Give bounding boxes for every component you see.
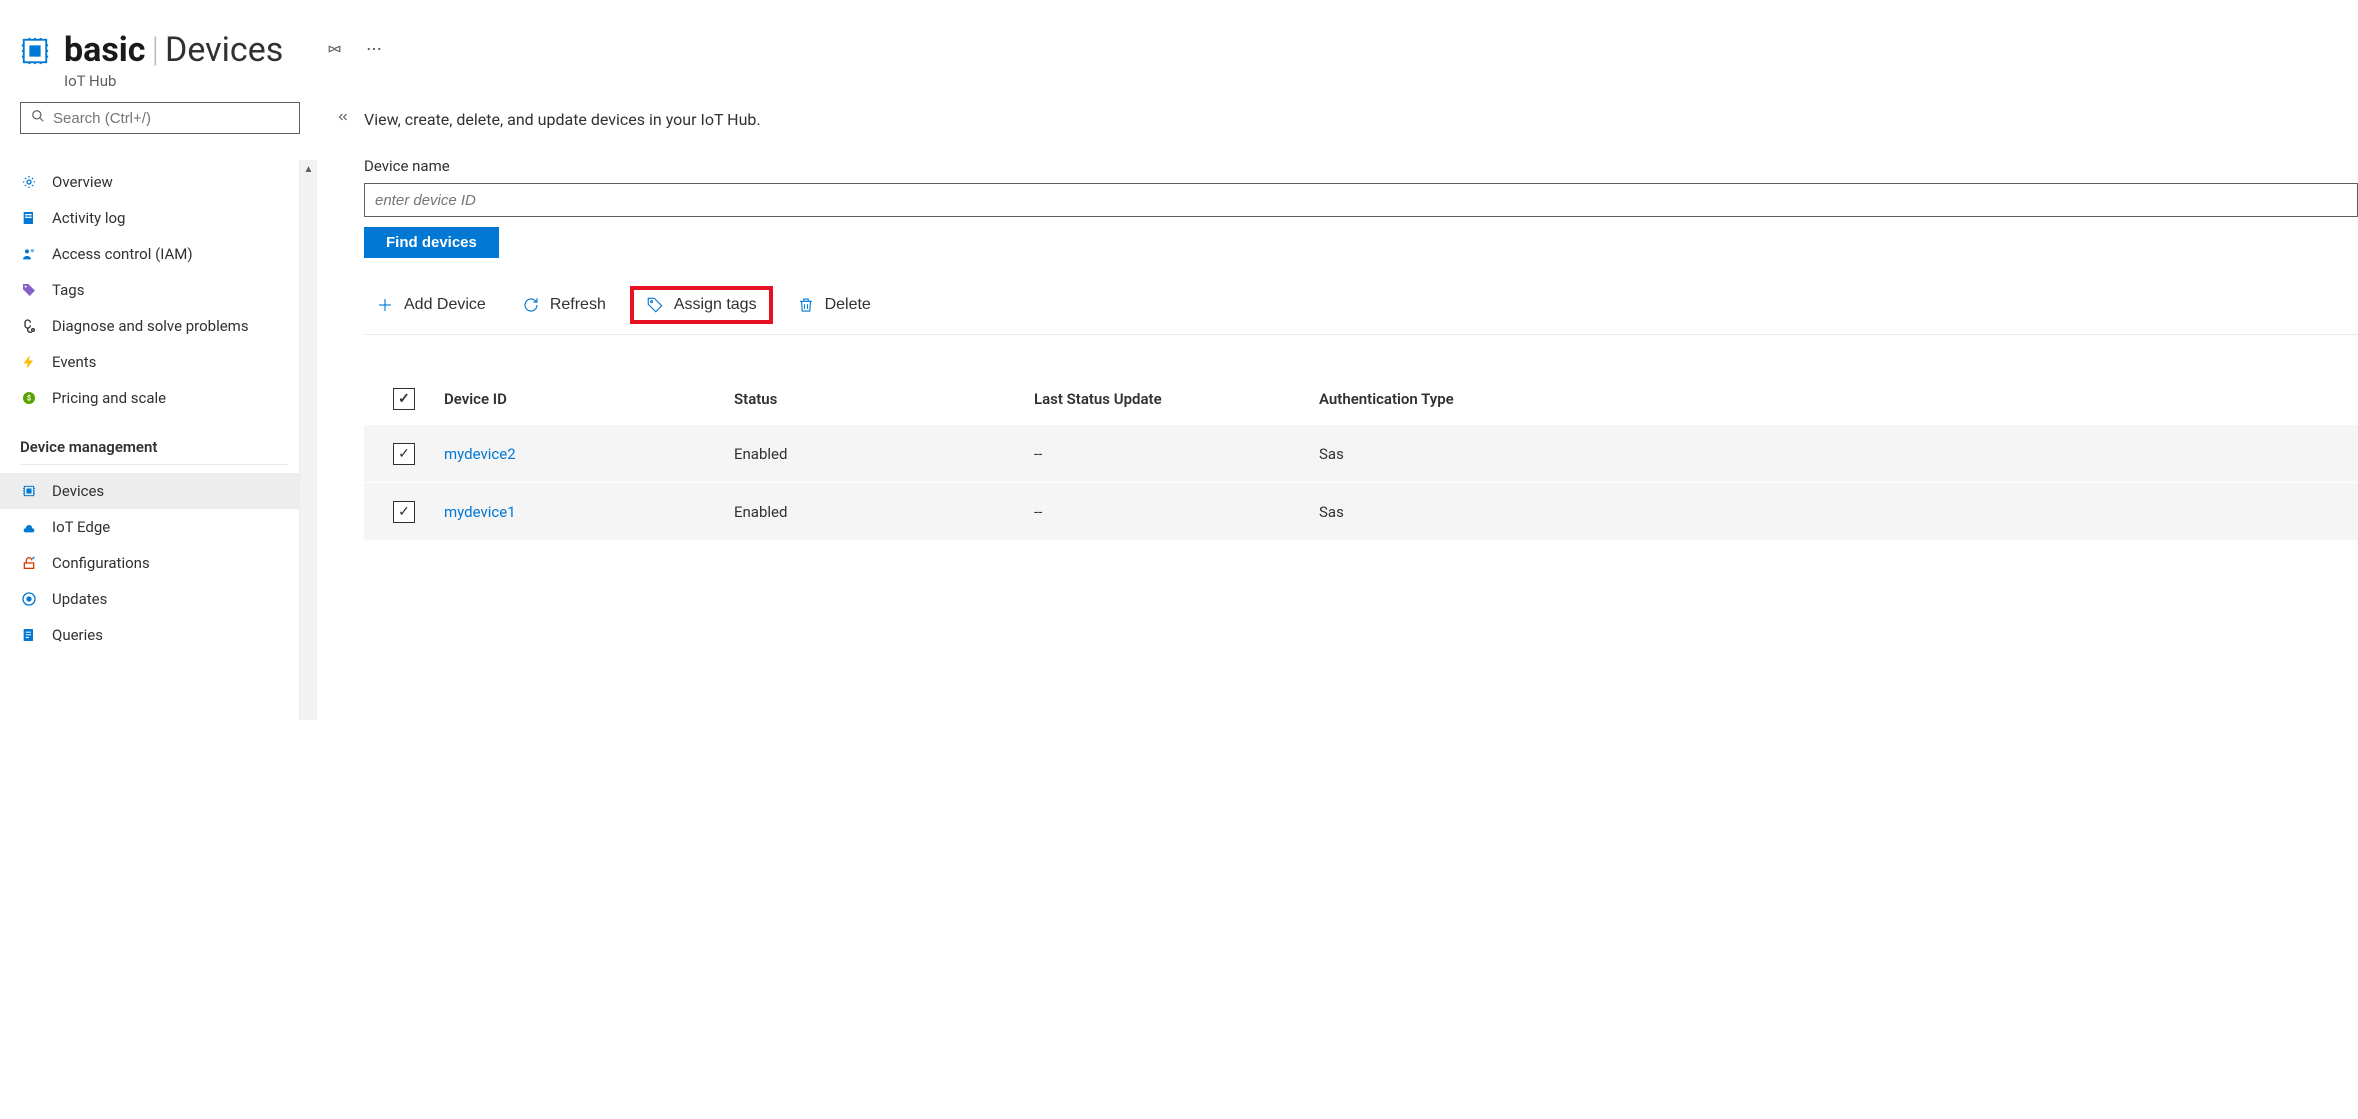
row-checkbox[interactable]: ✓ <box>393 443 415 465</box>
table-row: ✓ mydevice2 Enabled -- Sas <box>364 425 2358 483</box>
title-separator: | <box>152 30 160 70</box>
sidebar-item-label: Configurations <box>52 554 150 572</box>
col-header-status[interactable]: Status <box>734 390 1034 408</box>
sidebar-item-overview[interactable]: Overview <box>0 164 302 200</box>
device-last-update: -- <box>1034 445 1319 463</box>
sidebar-item-devices[interactable]: Devices <box>0 473 302 509</box>
access-control-icon <box>20 245 38 263</box>
pin-icon[interactable] <box>325 40 343 62</box>
sidebar-item-label: Pricing and scale <box>52 389 166 407</box>
sidebar-item-events[interactable]: Events <box>0 344 302 380</box>
devices-table: ✓ Device ID Status Last Status Update Au… <box>364 373 2358 541</box>
find-devices-button[interactable]: Find devices <box>364 227 499 258</box>
col-header-auth-type[interactable]: Authentication Type <box>1319 390 1719 408</box>
assign-tags-highlight: Assign tags <box>630 286 773 324</box>
refresh-icon <box>522 296 540 314</box>
sidebar-search[interactable] <box>20 102 300 134</box>
select-all-checkbox[interactable]: ✓ <box>393 388 415 410</box>
col-header-device-id[interactable]: Device ID <box>444 390 734 408</box>
devices-icon <box>20 482 38 500</box>
sidebar-item-label: Tags <box>52 281 84 299</box>
device-name-label: Device name <box>364 157 2358 175</box>
queries-icon <box>20 626 38 644</box>
device-id-input[interactable] <box>364 183 2358 217</box>
sidebar-item-tags[interactable]: Tags <box>0 272 302 308</box>
sidebar-item-label: Access control (IAM) <box>52 245 193 263</box>
configurations-icon <box>20 554 38 572</box>
add-device-button[interactable]: Add Device <box>364 290 498 320</box>
pricing-icon: $ <box>20 389 38 407</box>
sidebar-scrollbar[interactable]: ▲ <box>299 160 317 720</box>
page-description: View, create, delete, and update devices… <box>364 110 2358 129</box>
device-auth-type: Sas <box>1319 445 1719 463</box>
page-title: Devices <box>165 30 283 70</box>
sidebar-item-label: Diagnose and solve problems <box>52 317 249 335</box>
sidebar-item-label: Devices <box>52 482 104 500</box>
delete-button[interactable]: Delete <box>785 290 883 320</box>
sidebar-item-label: Events <box>52 353 96 371</box>
sidebar-item-pricing[interactable]: $ Pricing and scale <box>0 380 302 416</box>
table-header-row: ✓ Device ID Status Last Status Update Au… <box>364 373 2358 425</box>
sidebar-item-configurations[interactable]: Configurations <box>0 545 302 581</box>
plus-icon <box>376 296 394 314</box>
sidebar: ▲ Overview Activity log Access control (… <box>0 102 316 653</box>
table-row: ✓ mydevice1 Enabled -- Sas <box>364 483 2358 541</box>
diagnose-icon <box>20 317 38 335</box>
device-status: Enabled <box>734 503 1034 521</box>
sidebar-item-updates[interactable]: Updates <box>0 581 302 617</box>
scroll-up-icon[interactable]: ▲ <box>300 160 317 178</box>
service-label: IoT Hub <box>64 72 283 90</box>
row-checkbox[interactable]: ✓ <box>393 501 415 523</box>
device-id-link[interactable]: mydevice1 <box>444 503 734 521</box>
search-icon <box>31 109 45 127</box>
device-last-update: -- <box>1034 503 1319 521</box>
resource-icon <box>20 36 50 66</box>
events-icon <box>20 353 38 371</box>
overview-icon <box>20 173 38 191</box>
trash-icon <box>797 296 815 314</box>
toolbar-label: Add Device <box>404 296 486 314</box>
refresh-button[interactable]: Refresh <box>510 290 618 320</box>
sidebar-item-diagnose[interactable]: Diagnose and solve problems <box>0 308 302 344</box>
device-status: Enabled <box>734 445 1034 463</box>
sidebar-item-queries[interactable]: Queries <box>0 617 302 653</box>
svg-text:$: $ <box>27 394 31 403</box>
collapse-sidebar-icon[interactable] <box>336 110 350 128</box>
tags-icon <box>20 281 38 299</box>
sidebar-item-label: Updates <box>52 590 107 608</box>
device-auth-type: Sas <box>1319 503 1719 521</box>
activity-log-icon <box>20 209 38 227</box>
more-icon[interactable] <box>365 40 383 62</box>
main-content: View, create, delete, and update devices… <box>316 102 2358 653</box>
sidebar-item-label: Queries <box>52 626 103 644</box>
toolbar-label: Assign tags <box>674 296 757 314</box>
toolbar-label: Refresh <box>550 296 606 314</box>
sidebar-item-activity-log[interactable]: Activity log <box>0 200 302 236</box>
updates-icon <box>20 590 38 608</box>
col-header-last-update[interactable]: Last Status Update <box>1034 390 1319 408</box>
resource-name: basic <box>64 30 146 70</box>
search-input[interactable] <box>53 110 289 127</box>
page-header: basic | Devices IoT Hub <box>0 0 2358 102</box>
sidebar-item-label: IoT Edge <box>52 518 110 536</box>
tag-icon <box>646 296 664 314</box>
toolbar-label: Delete <box>825 296 871 314</box>
sidebar-item-label: Overview <box>52 173 113 191</box>
toolbar: Add Device Refresh Assign tags <box>364 286 2358 335</box>
device-id-link[interactable]: mydevice2 <box>444 445 734 463</box>
assign-tags-button[interactable]: Assign tags <box>644 292 759 318</box>
sidebar-section-device-management: Device management <box>20 416 288 465</box>
sidebar-item-label: Activity log <box>52 209 125 227</box>
page-title-block: basic | Devices IoT Hub <box>64 30 283 90</box>
sidebar-item-iot-edge[interactable]: IoT Edge <box>0 509 302 545</box>
iot-edge-icon <box>20 518 38 536</box>
sidebar-item-access-control[interactable]: Access control (IAM) <box>0 236 302 272</box>
